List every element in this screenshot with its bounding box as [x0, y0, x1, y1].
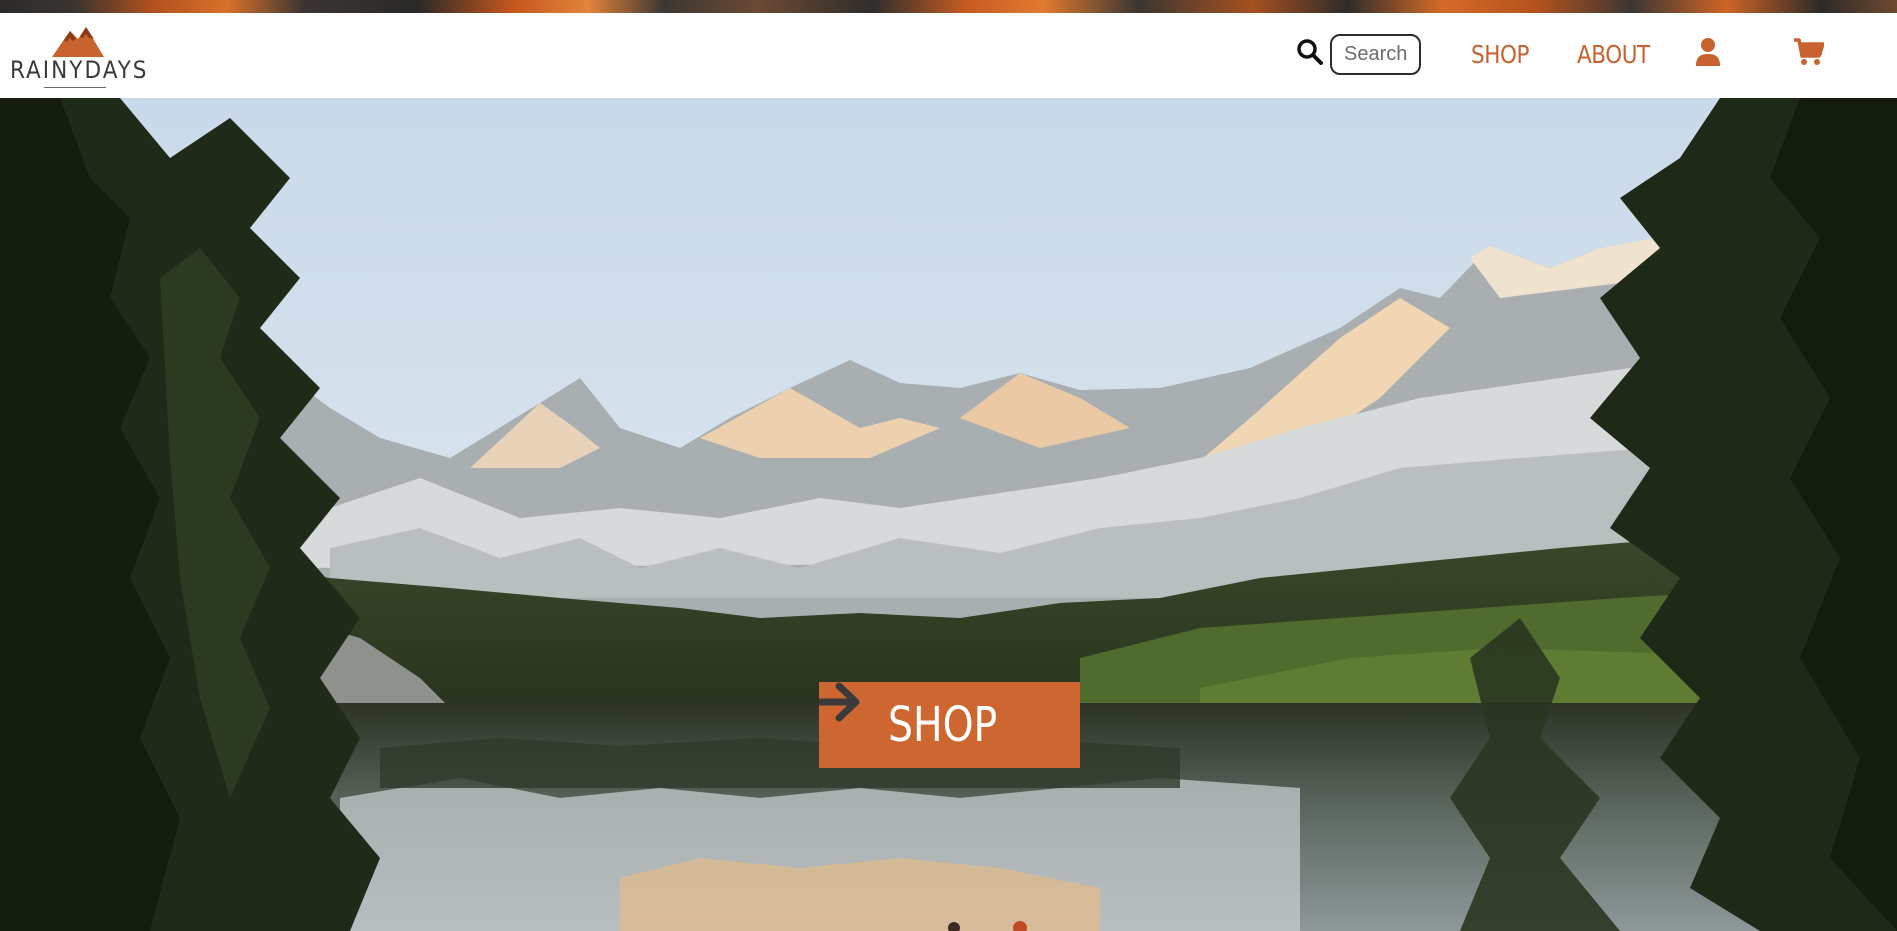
mountain-lake-photo — [0, 98, 1897, 931]
site-header: RAINYDAYS SHOP ABOUT — [0, 13, 1897, 98]
cart-icon[interactable] — [1794, 38, 1825, 66]
hero-section: SHOP — [0, 98, 1897, 931]
mountain-logo-icon — [52, 27, 104, 57]
nav-shop-link[interactable]: SHOP — [1471, 35, 1529, 75]
user-icon[interactable] — [1695, 37, 1721, 67]
logo-underline — [44, 87, 106, 88]
hero-shop-button[interactable]: SHOP — [819, 682, 1080, 768]
nav-about-link[interactable]: ABOUT — [1577, 35, 1650, 75]
site-logo[interactable]: RAINYDAYS — [10, 25, 149, 91]
brand-name: RAINYDAYS — [10, 56, 149, 84]
search-input[interactable] — [1330, 34, 1421, 75]
search-icon[interactable] — [1296, 38, 1324, 66]
top-foliage-strip — [0, 0, 1897, 13]
hero-shop-label: SHOP — [887, 697, 998, 753]
